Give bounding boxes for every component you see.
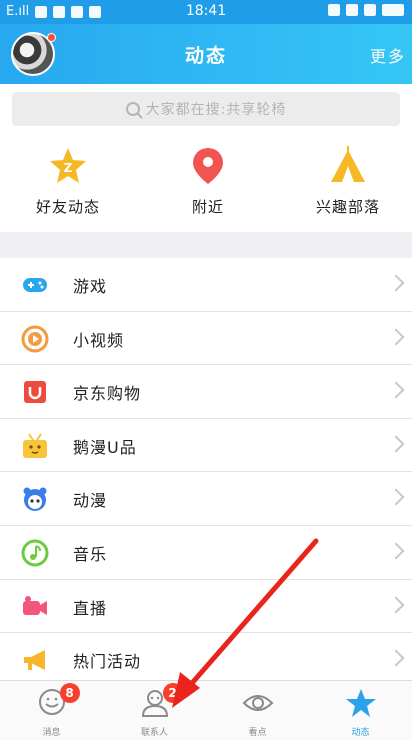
search-placeholder: 大家都在搜:共享轮椅 [145,102,287,118]
list-item-music[interactable]: 音乐 [0,525,412,580]
list-item-label: 热门活动 [73,652,142,672]
chevron-right-icon [387,488,405,506]
vibrate-icon [328,4,340,16]
chevron-right-icon [387,328,405,346]
list-item-jd-shopping[interactable]: 京东购物 [0,365,412,419]
tab-messages[interactable]: 8 消息 [0,683,103,738]
contacts-person-icon: 2 [139,683,183,719]
list-item-short-video[interactable]: 小视频 [0,311,412,366]
gamepad-icon [21,271,49,299]
tab-label: 消息 [42,728,61,738]
tribe-tent-icon [328,146,368,186]
status-right [328,4,404,16]
search-icon [125,102,140,116]
list-item-label: 鹅漫U品 [73,437,137,457]
list-item-live[interactable]: 直播 [0,579,412,634]
chevron-right-icon [387,274,405,292]
list-item-label: 小视频 [73,330,125,350]
quick-item-label: 附近 [191,198,224,216]
unread-badge: 2 [162,683,183,703]
chevron-right-icon [387,381,405,399]
list-item-label: 京东购物 [73,384,142,404]
shopping-bag-icon [21,378,49,406]
list-item-games[interactable]: 游戏 [0,258,412,312]
list-item-label: 音乐 [73,544,108,564]
chevron-right-icon [387,596,405,614]
anime-character-icon [21,485,49,513]
gift-box-icon [21,432,49,460]
list-item-anime[interactable]: 动漫 [0,472,412,526]
wifi-icon [364,4,376,16]
svg-text:Z: Z [64,161,73,175]
more-button[interactable]: 更多 [370,43,406,67]
alarm-icon [346,4,358,16]
list-item-label: 游戏 [73,277,108,296]
message-bubble-icon: 8 [36,683,80,719]
chevron-right-icon [387,649,405,667]
list-item-eman-shop[interactable]: 鹅漫U品 [0,418,412,473]
quick-item-friends-feed[interactable]: Z 好友动态 [8,146,128,217]
eye-icon [242,687,274,719]
top-header: 动态 更多 [0,24,412,84]
play-circle-icon [21,325,49,353]
quick-item-tribe[interactable]: 兴趣部落 [288,146,408,217]
search-bar[interactable]: 大家都在搜:共享轮椅 [12,92,400,126]
battery-icon [382,4,404,16]
tab-feeds[interactable]: 动态 [309,687,412,738]
quick-item-nearby[interactable]: 附近 [148,146,268,217]
video-camera-icon [21,593,49,621]
music-note-icon [21,539,49,567]
tab-label: 联系人 [140,728,168,738]
quick-item-label: 好友动态 [35,198,100,216]
feature-list: 游戏 小视频 京东购物 鹅漫U品 动漫 音乐 直播 热门活动 [0,258,412,687]
friends-feed-star-icon: Z [48,146,88,186]
list-item-label: 动漫 [73,491,108,511]
page-title: 动态 [184,45,227,67]
status-bar: E.ıll 18:41 [0,0,412,24]
chevron-right-icon [387,435,405,453]
tab-kandian[interactable]: 看点 [206,687,309,738]
location-pin-icon [188,146,228,186]
list-item-hot-events[interactable]: 热门活动 [0,633,412,687]
list-item-label: 直播 [73,598,108,618]
unread-badge: 8 [59,683,80,703]
tab-label: 动态 [351,728,370,738]
tab-label: 看点 [248,728,267,738]
megaphone-icon [21,646,49,674]
quick-item-label: 兴趣部落 [315,198,380,216]
chevron-right-icon [387,542,405,560]
tab-contacts[interactable]: 2 联系人 [103,683,206,738]
quick-entries: Z 好友动态 附近 兴趣部落 [0,134,412,232]
bottom-tab-bar: 8 消息 2 联系人 看点 动态 [0,680,412,740]
search-section: 大家都在搜:共享轮椅 [0,84,412,134]
star-icon [345,687,377,719]
